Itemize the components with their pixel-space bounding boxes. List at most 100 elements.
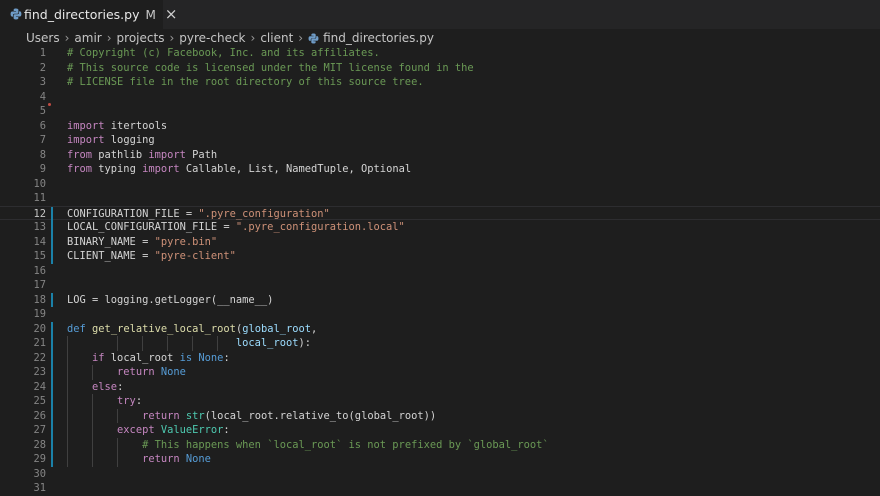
line-number[interactable]: 18 [0, 293, 46, 308]
line-number[interactable]: 14 [0, 235, 46, 250]
code-line[interactable]: 29 return None [0, 452, 880, 467]
breadcrumb-pyre-check[interactable]: pyre-check [179, 31, 245, 45]
breadcrumb-file[interactable]: find_directories.py [323, 31, 434, 45]
breadcrumb-amir[interactable]: amir [74, 31, 101, 45]
git-change-marker[interactable] [51, 423, 53, 438]
code-line[interactable]: 10 [0, 177, 880, 192]
code-token: : [117, 380, 124, 393]
code-line[interactable]: 1 # Copyright (c) Facebook, Inc. and its … [0, 46, 880, 61]
code-token: # Copyright (c) Facebook, Inc. and its a… [67, 47, 380, 59]
line-number[interactable]: 22 [0, 351, 46, 366]
line-number[interactable]: 31 [0, 481, 46, 496]
line-number[interactable]: 6 [0, 119, 46, 134]
code-line[interactable]: 13 LOCAL_CONFIGURATION_FILE = ".pyre_conf… [0, 220, 880, 235]
breadcrumb-client[interactable]: client [260, 31, 293, 45]
code-line[interactable]: 11 [0, 191, 880, 206]
code-line[interactable]: 26 return str(local_root.relative_to(glo… [0, 408, 880, 424]
git-change-marker[interactable] [51, 394, 53, 409]
line-number[interactable]: 30 [0, 467, 46, 482]
git-change-marker[interactable] [51, 452, 53, 467]
code-line[interactable]: 22 if local_root is None: [0, 350, 880, 366]
code-line[interactable]: 24 else: [0, 379, 880, 395]
code-line[interactable]: 16 [0, 264, 880, 279]
line-number[interactable]: 29 [0, 452, 46, 467]
line-number[interactable]: 15 [0, 249, 46, 264]
code-line[interactable]: 27 except ValueError: [0, 423, 880, 438]
code-line[interactable]: 9 from typing import Callable, List, Name… [0, 162, 880, 177]
code-text: def get_relative_local_root(global_root, [67, 322, 317, 337]
line-number[interactable]: 21 [0, 336, 46, 351]
breadcrumb-projects[interactable]: projects [117, 31, 165, 45]
line-number[interactable]: 8 [0, 148, 46, 163]
code-line[interactable]: 2 # This source code is licensed under th… [0, 61, 880, 76]
code-line[interactable]: 4 [0, 90, 880, 105]
git-change-marker[interactable] [51, 321, 53, 336]
line-number[interactable]: 9 [0, 162, 46, 177]
line-number[interactable]: 16 [0, 264, 46, 279]
indent-guide [67, 336, 68, 467]
code-token: ValueError [160, 424, 224, 436]
git-change-marker[interactable] [51, 206, 53, 221]
code-line[interactable]: 14 BINARY_NAME = "pyre.bin" [0, 234, 880, 250]
line-number[interactable]: 19 [0, 307, 46, 322]
line-number[interactable]: 28 [0, 438, 46, 453]
code-line[interactable]: 18 LOG = logging.getLogger(__name__) [0, 292, 880, 308]
code-line[interactable]: 20 def get_relative_local_root(global_roo… [0, 321, 880, 337]
git-change-marker[interactable] [51, 220, 53, 235]
line-number[interactable]: 7 [0, 133, 46, 148]
code-line[interactable]: 6 import itertools [0, 119, 880, 134]
line-number[interactable]: 25 [0, 394, 46, 409]
line-number[interactable]: 5 [0, 104, 46, 119]
line-number[interactable]: 27 [0, 423, 46, 438]
line-number[interactable]: 12 [0, 207, 46, 222]
git-change-marker[interactable] [51, 234, 53, 249]
code-line[interactable]: 3 # LICENSE file in the root directory of… [0, 75, 880, 90]
code-token: from [67, 163, 93, 175]
code-line[interactable]: 19 [0, 307, 880, 322]
code-token: if [92, 351, 105, 364]
line-number[interactable]: 26 [0, 409, 46, 424]
code-line[interactable]: 5 [0, 104, 880, 119]
git-change-marker[interactable] [51, 249, 53, 264]
code-line[interactable]: 7 import logging [0, 133, 880, 148]
code-line[interactable]: 12 CONFIGURATION_FILE = ".pyre_configurat… [0, 205, 880, 222]
code-line[interactable]: 21 local_root): [0, 336, 880, 351]
line-number[interactable]: 20 [0, 322, 46, 337]
line-number[interactable]: 3 [0, 75, 46, 90]
code-line[interactable]: 23 return None [0, 365, 880, 380]
line-number[interactable]: 1 [0, 46, 46, 61]
git-change-marker[interactable] [51, 365, 53, 380]
code-line[interactable]: 8 from pathlib import Path [0, 148, 880, 163]
code-text: # This happens when `local_root` is not … [67, 438, 549, 453]
line-number[interactable]: 10 [0, 177, 46, 192]
line-number[interactable]: 17 [0, 278, 46, 293]
code-editor[interactable]: 1 # Copyright (c) Facebook, Inc. and its … [0, 46, 880, 495]
close-tab-button[interactable]: × [165, 7, 178, 22]
line-number[interactable]: 2 [0, 61, 46, 76]
line-number[interactable]: 4 [0, 90, 46, 105]
breadcrumb-users[interactable]: Users [26, 31, 60, 45]
line-number[interactable]: 23 [0, 365, 46, 380]
code-line[interactable]: 28 # This happens when `local_root` is n… [0, 437, 880, 453]
git-change-marker[interactable] [51, 408, 53, 423]
code-line[interactable]: 30 [0, 467, 880, 482]
code-line[interactable]: 31 [0, 481, 880, 496]
code-token: LOCAL_CONFIGURATION_FILE = [67, 221, 236, 233]
tab-find-directories[interactable]: find_directories.py M × [0, 0, 177, 29]
code-token: return [117, 366, 155, 378]
git-change-marker[interactable] [51, 437, 53, 452]
git-change-marker[interactable] [51, 379, 53, 394]
code-line[interactable]: 15 CLIENT_NAME = "pyre-client" [0, 249, 880, 264]
git-change-marker[interactable] [51, 350, 53, 365]
indent-guide [167, 336, 169, 351]
code-line[interactable]: 17 [0, 278, 880, 293]
line-number[interactable]: 13 [0, 220, 46, 235]
line-number[interactable]: 24 [0, 380, 46, 395]
code-line[interactable]: 25 try: [0, 394, 880, 409]
line-number[interactable]: 11 [0, 191, 46, 206]
git-change-marker[interactable] [51, 292, 53, 307]
git-change-marker[interactable] [51, 336, 53, 351]
